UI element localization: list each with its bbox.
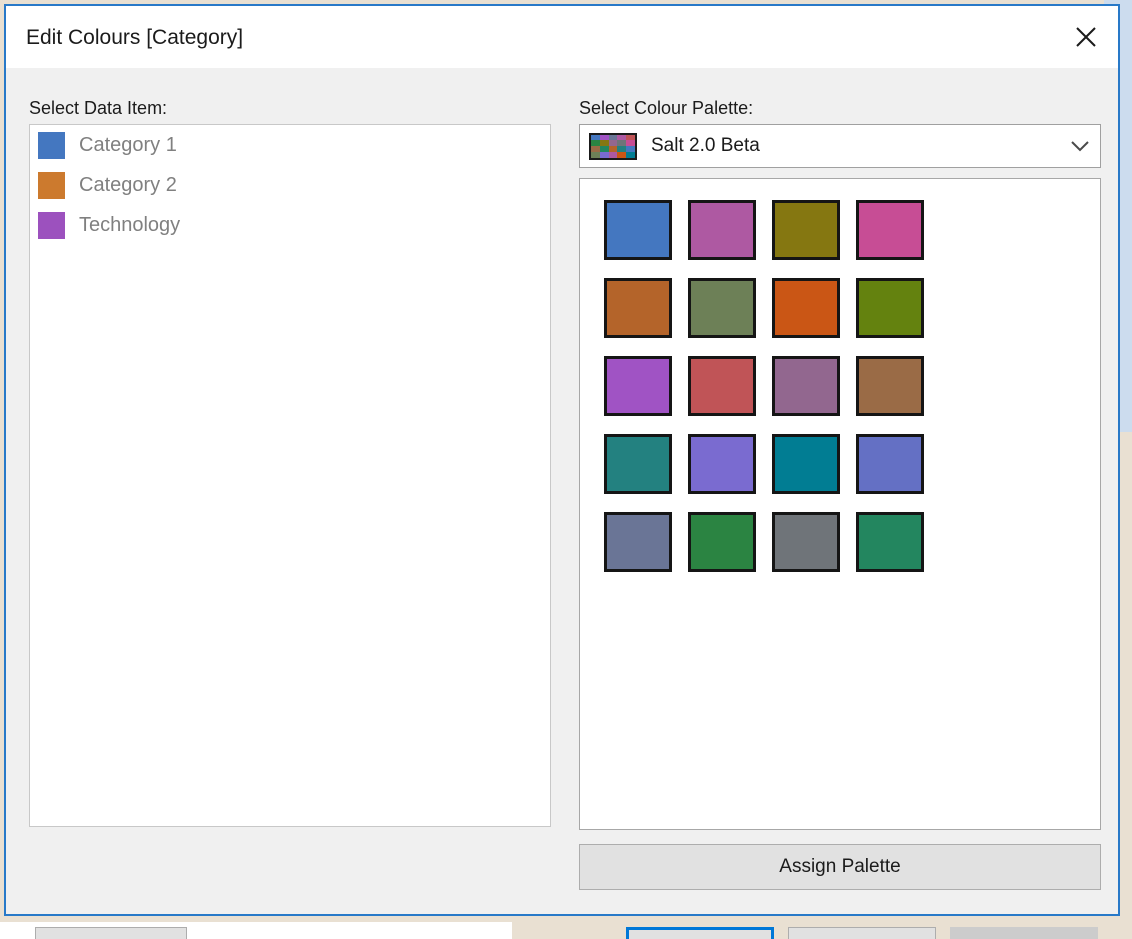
data-item-list[interactable]: Category 1 Category 2 Technology (29, 124, 551, 827)
select-data-item-label: Select Data Item: (29, 98, 167, 119)
list-item-colour-swatch (38, 172, 65, 199)
palette-swatch[interactable] (856, 434, 924, 494)
reset-button[interactable]: Reset (35, 927, 187, 939)
chevron-down-icon[interactable] (1060, 125, 1100, 167)
dialog-title: Edit Colours [Category] (26, 26, 243, 50)
palette-swatch[interactable] (856, 278, 924, 338)
list-item[interactable]: Technology (30, 205, 550, 245)
palette-swatch[interactable] (604, 512, 672, 572)
ok-button[interactable]: OK (626, 927, 774, 939)
palette-swatch[interactable] (604, 278, 672, 338)
list-item-label: Category 2 (79, 174, 177, 197)
list-item-colour-swatch (38, 132, 65, 159)
list-item-label: Technology (79, 214, 180, 237)
palette-swatch[interactable] (772, 512, 840, 572)
palette-swatch[interactable] (604, 200, 672, 260)
palette-swatch[interactable] (856, 356, 924, 416)
select-colour-palette-label: Select Colour Palette: (579, 98, 753, 119)
palette-thumbnail-icon (589, 133, 637, 160)
palette-swatch[interactable] (604, 356, 672, 416)
palette-swatch[interactable] (772, 434, 840, 494)
palette-swatch[interactable] (688, 200, 756, 260)
dialog-body: Select Data Item: Category 1 Category 2 … (6, 68, 1118, 914)
assign-palette-button[interactable]: Assign Palette (579, 844, 1101, 890)
palette-swatch-panel (579, 178, 1101, 830)
list-item-label: Category 1 (79, 134, 177, 157)
palette-swatch[interactable] (772, 278, 840, 338)
palette-swatch[interactable] (688, 278, 756, 338)
edit-colours-dialog: Edit Colours [Category] Select Data Item… (4, 4, 1120, 916)
colour-palette-select[interactable]: Salt 2.0 Beta (579, 124, 1101, 168)
list-item-colour-swatch (38, 212, 65, 239)
colour-palette-value: Salt 2.0 Beta (651, 135, 1060, 157)
palette-swatch[interactable] (688, 356, 756, 416)
palette-swatch[interactable] (688, 434, 756, 494)
dialog-titlebar: Edit Colours [Category] (6, 6, 1118, 68)
palette-swatch[interactable] (604, 434, 672, 494)
list-item[interactable]: Category 2 (30, 165, 550, 205)
close-icon[interactable] (1054, 6, 1118, 68)
palette-swatch[interactable] (688, 512, 756, 572)
palette-swatch[interactable] (772, 356, 840, 416)
palette-swatch-grid (604, 200, 924, 572)
cancel-button[interactable]: Cancel (788, 927, 936, 939)
apply-button: Apply (950, 927, 1098, 939)
list-item[interactable]: Category 1 (30, 125, 550, 165)
palette-swatch[interactable] (856, 512, 924, 572)
palette-swatch[interactable] (856, 200, 924, 260)
palette-swatch[interactable] (772, 200, 840, 260)
